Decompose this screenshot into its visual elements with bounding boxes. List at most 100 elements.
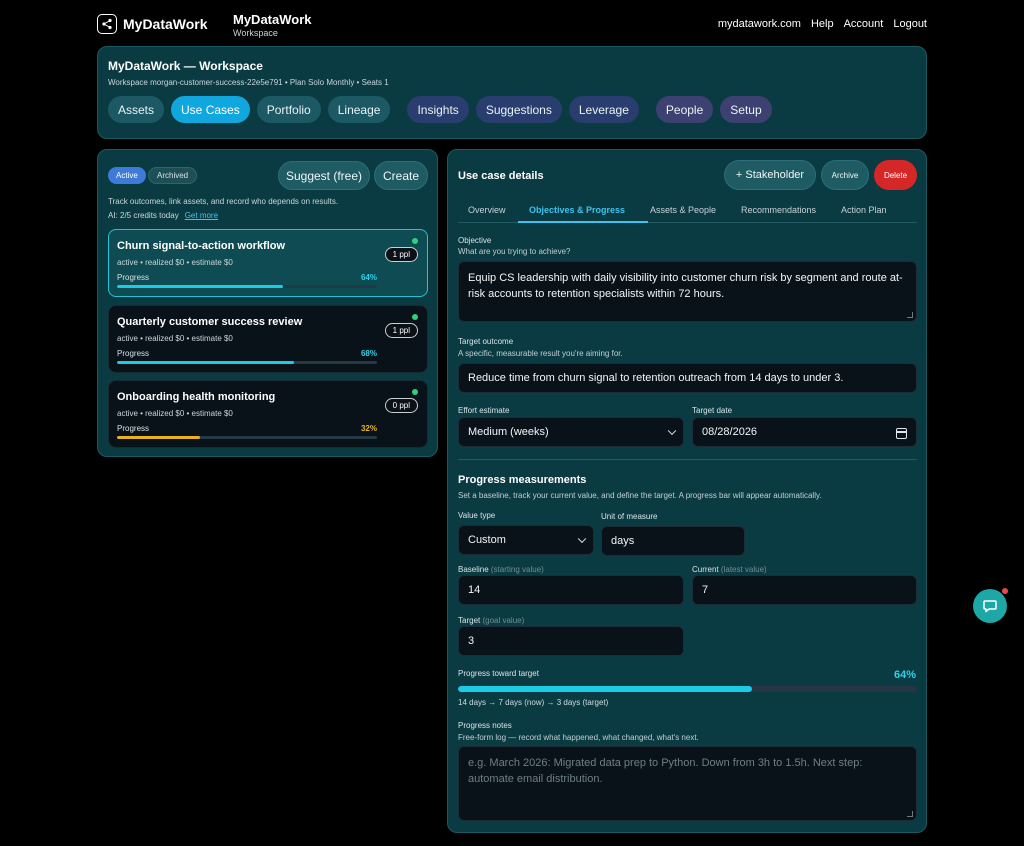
create-button[interactable]: Create: [374, 161, 428, 190]
progress-toward-label: Progress toward target: [458, 669, 539, 678]
list-item[interactable]: Quarterly customer success review active…: [108, 305, 428, 373]
workspace-title: MyDataWork — Workspace: [108, 59, 263, 73]
tab-people[interactable]: People: [655, 96, 714, 123]
nav-link-help[interactable]: Help: [811, 18, 834, 30]
unit-value: days: [611, 535, 635, 547]
nav-link-site[interactable]: mydatawork.com: [718, 18, 801, 30]
target-date-input[interactable]: 08/28/2026: [692, 417, 917, 447]
top-nav: mydatawork.com Help Account Logout: [718, 18, 927, 30]
unit-input[interactable]: days: [601, 526, 745, 556]
progress-fill: [117, 285, 284, 288]
objective-textarea[interactable]: Equip CS leadership with daily visibilit…: [458, 261, 917, 322]
use-case-meta: active • realized $0 • estimate $0: [117, 334, 233, 343]
progress-label: Progress: [117, 273, 150, 282]
app-title: MyDataWork: [233, 12, 312, 27]
notes-label: Progress notes: [458, 721, 512, 730]
tab-overview[interactable]: Overview: [468, 205, 506, 215]
workspace-meta: Workspace morgan-customer-success-22e5e7…: [108, 78, 389, 87]
value-type-select[interactable]: Custom: [458, 525, 594, 555]
progress-toward-percent: 64%: [893, 669, 916, 681]
list-item[interactable]: Churn signal-to-action workflow active •…: [108, 229, 428, 297]
chat-bubble-icon: [983, 600, 997, 613]
progress-bar: [117, 436, 377, 439]
status-dot: [412, 389, 418, 395]
target-value: 3: [468, 635, 475, 647]
use-case-title: Onboarding health monitoring: [117, 391, 276, 403]
target-input[interactable]: 3: [458, 626, 684, 656]
target-date-value: 08/28/2026: [702, 426, 758, 438]
delete-button[interactable]: Delete: [874, 160, 917, 190]
filter-active[interactable]: Active: [108, 167, 146, 184]
target-label: Target (goal value): [458, 616, 524, 625]
notes-hint: Free-form log — record what happened, wh…: [458, 733, 699, 742]
ai-credits-text: AI: 2/5 credits today: [108, 211, 179, 220]
target-outcome-hint: A specific, measurable result you're aim…: [458, 349, 623, 358]
nav-link-logout[interactable]: Logout: [893, 18, 927, 30]
tab-setup[interactable]: Setup: [720, 96, 772, 123]
people-badge: 1 ppl: [384, 323, 418, 338]
progress-fill: [117, 436, 201, 439]
progress-toward-bar: [458, 686, 917, 692]
objective-hint: What are you trying to achieve?: [458, 247, 571, 256]
target-outcome-value: Reduce time from churn signal to retenti…: [468, 372, 844, 384]
chevron-down-icon: [667, 426, 677, 436]
get-more-link[interactable]: Get more: [185, 211, 218, 220]
list-item[interactable]: Onboarding health monitoring active • re…: [108, 380, 428, 448]
objective-label: Objective: [458, 236, 492, 245]
resize-handle[interactable]: [907, 811, 913, 817]
current-input[interactable]: 7: [692, 575, 917, 605]
chat-button[interactable]: [973, 589, 1007, 623]
target-date-label: Target date: [692, 406, 733, 415]
current-label-text: Current: [692, 565, 719, 574]
share-nodes-icon: [97, 14, 117, 34]
tab-insights[interactable]: Insights: [407, 96, 469, 123]
suggest-button[interactable]: Suggest (free): [278, 161, 370, 190]
value-type-label: Value type: [458, 511, 496, 520]
notes-textarea[interactable]: e.g. March 2026: Migrated data prep to P…: [458, 746, 917, 821]
baseline-value: 14: [468, 584, 481, 596]
detail-tabs: Overview Objectives & Progress Assets & …: [458, 199, 917, 223]
current-hint: (latest value): [720, 565, 767, 574]
use-case-list-panel: Active Archived Suggest (free) Create Tr…: [97, 149, 438, 457]
resize-handle[interactable]: [907, 312, 913, 318]
target-label-text: Target: [458, 616, 481, 625]
brand-name[interactable]: MyDataWork: [123, 16, 208, 32]
target-outcome-input[interactable]: Reduce time from churn signal to retenti…: [458, 363, 917, 393]
progress-section-hint: Set a baseline, track your current value…: [458, 491, 822, 500]
target-outcome-label: Target outcome: [458, 337, 514, 346]
current-label: Current (latest value): [692, 565, 767, 574]
tab-portfolio[interactable]: Portfolio: [256, 96, 321, 123]
tab-assets-people[interactable]: Assets & People: [650, 205, 716, 215]
objective-value: Equip CS leadership with daily visibilit…: [468, 272, 903, 300]
unit-label: Unit of measure: [601, 512, 658, 521]
target-hint: (goal value): [482, 616, 525, 625]
tab-action-plan[interactable]: Action Plan: [841, 205, 887, 215]
filter-archived[interactable]: Archived: [148, 167, 198, 184]
baseline-input[interactable]: 14: [458, 575, 684, 605]
value-type-value: Custom: [468, 534, 506, 546]
calendar-icon[interactable]: [896, 428, 907, 439]
effort-value: Medium (weeks): [468, 426, 549, 438]
add-stakeholder-button[interactable]: + Stakeholder: [724, 160, 816, 190]
active-tab-indicator: [518, 221, 648, 223]
use-case-title: Churn signal-to-action workflow: [117, 240, 286, 252]
effort-select[interactable]: Medium (weeks): [458, 417, 684, 447]
effort-label: Effort estimate: [458, 406, 510, 415]
progress-percent: 32%: [360, 424, 377, 433]
tab-lineage[interactable]: Lineage: [327, 96, 391, 123]
ai-credits: AI: 2/5 credits today Get more: [108, 211, 218, 220]
progress-bar: [117, 285, 377, 288]
tab-recommendations[interactable]: Recommendations: [741, 205, 816, 215]
tab-assets[interactable]: Assets: [108, 96, 165, 123]
tab-use-cases[interactable]: Use Cases: [171, 96, 250, 123]
tab-leverage[interactable]: Leverage: [568, 96, 639, 123]
nav-link-account[interactable]: Account: [844, 18, 884, 30]
tab-suggestions[interactable]: Suggestions: [475, 96, 562, 123]
tab-objectives-progress[interactable]: Objectives & Progress: [529, 205, 625, 215]
use-case-title: Quarterly customer success review: [117, 316, 303, 328]
progress-percent: 64%: [360, 273, 377, 282]
baseline-label: Baseline (starting value): [458, 565, 544, 574]
current-value: 7: [702, 584, 709, 596]
workspace-header: MyDataWork — Workspace Workspace morgan-…: [97, 46, 927, 139]
archive-button[interactable]: Archive: [821, 160, 869, 190]
